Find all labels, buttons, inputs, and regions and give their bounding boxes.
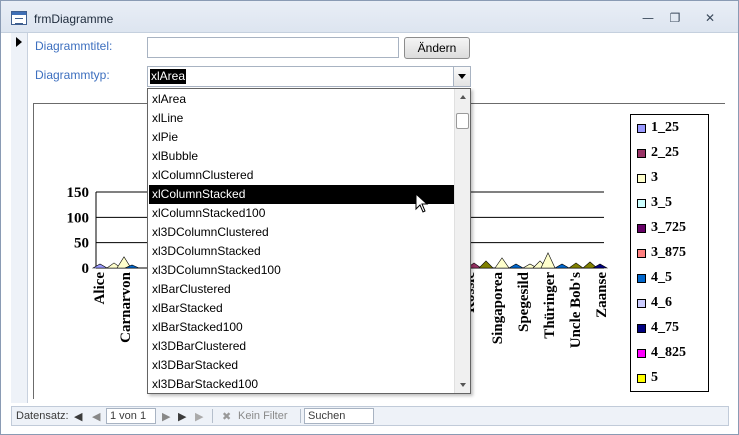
legend-swatch [637, 374, 646, 383]
chart-title-label: Diagrammtitel: [35, 39, 113, 53]
window-title: frmDiagramme [34, 12, 114, 26]
mouse-pointer-icon [415, 193, 429, 213]
title-bar: frmDiagramme — ❐ ✕ [1, 1, 738, 33]
dropdown-option[interactable]: xlArea [149, 90, 455, 109]
legend-label: 5 [651, 370, 658, 385]
x-category-label: Zaanse [594, 272, 610, 318]
legend-label: 3_5 [651, 195, 672, 210]
dropdown-option[interactable]: xlBarStacked [149, 299, 455, 318]
x-category-label: Carnarvon [118, 271, 134, 342]
first-record-icon[interactable]: ◀ [74, 410, 82, 423]
record-navigation-bar: Datensatz: ◀ ◀ 1 von 1 ▶ ▶ ▶ ✖ Kein Filt… [11, 406, 729, 426]
search-input[interactable]: Suchen [304, 408, 374, 424]
legend-swatch [637, 274, 646, 283]
legend-swatch [637, 349, 646, 358]
y-tick-label: 0 [82, 261, 90, 277]
restore-icon[interactable]: ❐ [663, 10, 687, 26]
chart-type-combobox[interactable]: xlArea [147, 66, 471, 87]
dropdown-option[interactable]: xl3DBarStacked [149, 356, 455, 375]
y-tick-label: 150 [67, 185, 90, 201]
chart-type-selected-value: xlArea [150, 69, 187, 84]
record-selector[interactable] [11, 33, 28, 403]
chart-type-dropdown-list[interactable]: xlArea xlLine xlPie xlBubble xlColumnCluster… [147, 88, 471, 394]
filter-icon: ✖ [222, 410, 232, 423]
legend-label: 1_25 [651, 120, 679, 135]
form-window: frmDiagramme — ❐ ✕ Diagrammtitel: Ändern… [0, 0, 739, 435]
chart-legend: 1_25 2_25 3 3_5 3_725 3_875 4_5 4_6 4_75 4_825 5 [630, 114, 709, 392]
filter-status[interactable]: Kein Filter [238, 410, 288, 423]
y-tick-label: 100 [67, 210, 90, 226]
current-record-arrow-icon [16, 37, 22, 47]
scroll-up-icon[interactable] [455, 89, 471, 105]
area-mark [91, 263, 109, 269]
dropdown-option[interactable]: xlBarStacked100 [149, 318, 455, 337]
x-category-label: Singaporea [490, 272, 506, 345]
legend-swatch [637, 324, 646, 333]
legend-label: 2_25 [651, 145, 679, 160]
legend-label: 4_5 [651, 270, 672, 285]
dropdown-option[interactable]: xlLine [149, 109, 455, 128]
legend-label: 3_875 [651, 245, 686, 260]
y-tick-label: 50 [74, 236, 89, 252]
previous-record-icon[interactable]: ◀ [92, 410, 100, 423]
record-position-input[interactable]: 1 von 1 [106, 408, 156, 424]
scroll-down-icon[interactable] [455, 377, 471, 393]
last-record-icon[interactable]: ▶ [178, 410, 186, 423]
legend-label: 4_6 [651, 295, 672, 310]
dropdown-option[interactable]: xl3DBarStacked100 [149, 375, 455, 394]
nav-separator [300, 409, 301, 423]
legend-label: 3_725 [651, 220, 686, 235]
area-mark [553, 263, 571, 269]
legend-swatch [637, 199, 646, 208]
legend-label: 3 [651, 170, 658, 185]
area-mark [494, 257, 510, 269]
form-icon [11, 11, 27, 25]
record-label: Datensatz: [16, 410, 69, 422]
legend-swatch [637, 174, 646, 183]
x-category-label: Alice [92, 272, 108, 305]
chart-title-input[interactable] [147, 37, 399, 58]
x-category-label: Uncle Bob's [568, 272, 584, 348]
legend-swatch [637, 149, 646, 158]
dropdown-option[interactable]: xlBarClustered [149, 280, 455, 299]
nav-separator [212, 409, 213, 423]
next-record-icon[interactable]: ▶ [162, 410, 170, 423]
area-mark [478, 260, 494, 269]
legend-label: 4_825 [651, 345, 686, 360]
chart-y-tick-labels: 150 100 50 0 [67, 185, 90, 277]
legend-swatch [637, 224, 646, 233]
legend-swatch [637, 124, 646, 133]
dropdown-option[interactable]: xl3DBarClustered [149, 337, 455, 356]
dropdown-option[interactable]: xl3DColumnStacked100 [149, 261, 455, 280]
dropdown-option[interactable]: xlColumnClustered [149, 166, 455, 185]
x-category-label: Spegesild [516, 271, 532, 332]
chart-type-label: Diagrammtyp: [35, 68, 110, 82]
dropdown-option[interactable]: xlColumnStacked [149, 185, 455, 204]
minimize-icon[interactable]: — [636, 10, 660, 26]
dropdown-option[interactable]: xlPie [149, 128, 455, 147]
dropdown-option[interactable]: xlBubble [149, 147, 455, 166]
area-mark [540, 252, 556, 269]
chevron-down-icon[interactable] [453, 67, 470, 86]
scroll-thumb[interactable] [456, 113, 469, 129]
x-category-label: Thüringer [542, 272, 558, 339]
dropdown-option[interactable]: xlColumnStacked100 [149, 204, 455, 223]
change-button[interactable]: Ändern [404, 37, 470, 59]
close-icon[interactable]: ✕ [698, 10, 722, 26]
area-mark [568, 262, 584, 269]
area-mark [507, 263, 525, 269]
dropdown-scrollbar[interactable] [454, 89, 470, 393]
legend-label: 4_75 [651, 320, 679, 335]
dropdown-option[interactable]: xl3DColumnClustered [149, 223, 455, 242]
new-record-icon[interactable]: ▶ [195, 410, 203, 423]
legend-swatch [637, 299, 646, 308]
dropdown-option[interactable]: xl3DColumnStacked [149, 242, 455, 261]
legend-swatch [637, 249, 646, 258]
